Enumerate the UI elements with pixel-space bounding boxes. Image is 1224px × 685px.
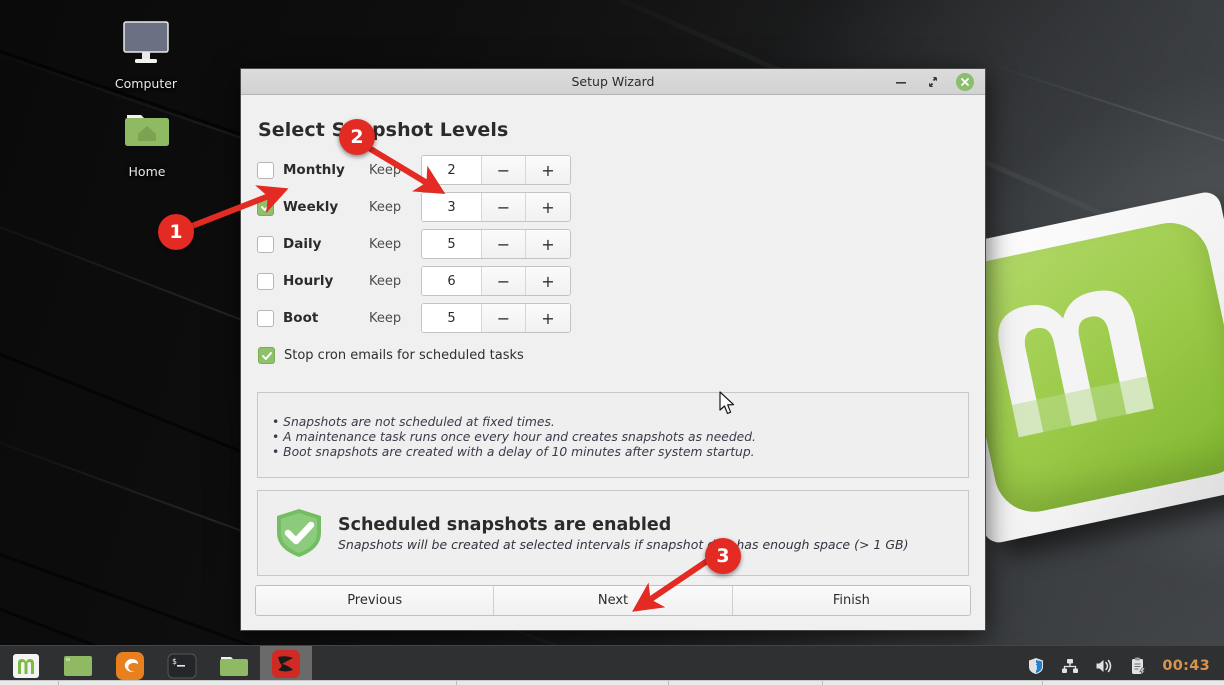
close-icon	[961, 77, 969, 86]
annotation-marker-3: 3	[705, 538, 741, 574]
monthly-keep-input[interactable]: 2	[422, 156, 482, 184]
annotation-marker-2: 2	[339, 119, 375, 155]
finish-button[interactable]: Finish	[731, 586, 970, 615]
snapshot-level-row-boot: Boot Keep 5 − +	[257, 303, 969, 333]
daily-label: Daily	[283, 236, 322, 252]
stop-cron-emails-label: Stop cron emails for scheduled tasks	[284, 348, 524, 363]
boot-checkbox[interactable]	[257, 309, 274, 327]
hourly-keep-spinner: 6 − +	[421, 266, 571, 296]
status-subtitle: Snapshots will be created at selected in…	[338, 536, 909, 552]
desktop-icon-label: Computer	[114, 76, 178, 91]
window-controls	[892, 72, 985, 91]
firefox-icon	[116, 651, 144, 680]
stop-cron-emails-row: Stop cron emails for scheduled tasks	[258, 347, 969, 364]
monthly-increment-button[interactable]: +	[526, 156, 570, 184]
monthly-checkbox[interactable]	[257, 161, 274, 179]
volume-icon[interactable]	[1094, 656, 1114, 676]
daily-increment-button[interactable]: +	[526, 230, 570, 258]
hourly-increment-button[interactable]: +	[526, 267, 570, 295]
snapshot-level-row-hourly: Hourly Keep 6 − +	[257, 266, 969, 296]
monthly-decrement-button[interactable]: −	[482, 156, 526, 184]
desktop-icon-label: Home	[128, 164, 166, 179]
weekly-keep-spinner: 3 − +	[421, 192, 571, 222]
monitor-icon	[123, 21, 169, 63]
update-manager-icon[interactable]: i	[1026, 656, 1046, 676]
window-content: Select Snapshot Levels Monthly Keep 2 − …	[241, 95, 985, 576]
desktop-icon-home[interactable]: Home	[99, 108, 195, 179]
hourly-keep-input[interactable]: 6	[422, 267, 482, 295]
boot-decrement-button[interactable]: −	[482, 304, 526, 332]
daily-decrement-button[interactable]: −	[482, 230, 526, 258]
wizard-button-row: Previous Next Finish	[255, 585, 971, 616]
status-box: Scheduled snapshots are enabled Snapshot…	[257, 490, 969, 576]
hourly-label: Hourly	[283, 273, 334, 289]
daily-checkbox[interactable]	[257, 235, 274, 253]
daily-keep-label: Keep	[369, 236, 402, 252]
snapshot-level-row-daily: Daily Keep 5 − +	[257, 229, 969, 259]
window-title: Setup Wizard	[571, 74, 655, 89]
annotation-marker-1: 1	[158, 214, 194, 250]
clipboard-icon[interactable]	[1128, 656, 1148, 676]
previous-button[interactable]: Previous	[256, 586, 494, 615]
hourly-keep-label: Keep	[369, 273, 402, 289]
monthly-keep-spinner: 2 − +	[421, 155, 571, 185]
monthly-keep-label: Keep	[369, 162, 402, 178]
weekly-decrement-button[interactable]: −	[482, 193, 526, 221]
monthly-label: Monthly	[283, 162, 345, 178]
weekly-keep-label: Keep	[369, 199, 402, 215]
maximize-button[interactable]	[924, 73, 942, 91]
file-manager-icon	[220, 656, 248, 676]
weekly-increment-button[interactable]: +	[526, 193, 570, 221]
status-title: Scheduled snapshots are enabled	[338, 514, 672, 535]
next-button[interactable]: Next	[493, 586, 732, 615]
show-desktop-icon	[64, 655, 92, 676]
wallpaper-streak	[979, 60, 1224, 192]
hourly-decrement-button[interactable]: −	[482, 267, 526, 295]
info-bullet: • Snapshots are not scheduled at fixed t…	[272, 415, 555, 429]
info-box: • Snapshots are not scheduled at fixed t…	[257, 392, 969, 478]
info-bullet: • A maintenance task runs once every hou…	[272, 430, 756, 445]
stop-cron-emails-checkbox[interactable]	[258, 347, 275, 364]
minimize-button[interactable]	[892, 73, 910, 91]
taskbar: $ i 00:43	[0, 645, 1224, 685]
taskbar-clock[interactable]: 00:43	[1162, 658, 1210, 674]
daily-keep-spinner: 5 − +	[421, 229, 571, 259]
home-folder-icon	[125, 115, 169, 146]
snapshot-level-row-monthly: Monthly Keep 2 − +	[257, 155, 969, 185]
weekly-checkbox[interactable]	[257, 198, 274, 216]
weekly-keep-input[interactable]: 3	[422, 193, 482, 221]
timeshift-icon	[272, 650, 300, 678]
svg-text:i: i	[1035, 663, 1038, 673]
svg-text:$: $	[172, 657, 177, 666]
snapshot-level-row-weekly: Weekly Keep 3 − +	[257, 192, 969, 222]
daily-keep-input[interactable]: 5	[422, 230, 482, 258]
boot-keep-input[interactable]: 5	[422, 304, 482, 332]
window-titlebar[interactable]: Setup Wizard	[241, 69, 985, 95]
linux-mint-menu-icon	[13, 653, 39, 678]
desktop-icon-computer[interactable]: Computer	[98, 18, 194, 91]
terminal-icon: $	[167, 653, 197, 678]
boot-increment-button[interactable]: +	[526, 304, 570, 332]
info-bullet: • Boot snapshots are created with a dela…	[272, 445, 755, 460]
taskbar-bottom-strip	[0, 680, 1224, 685]
hourly-checkbox[interactable]	[257, 272, 274, 290]
status-text-group: Scheduled snapshots are enabled Snapshot…	[338, 515, 909, 552]
shield-check-icon	[277, 509, 321, 557]
boot-keep-label: Keep	[369, 310, 402, 326]
system-tray: i 00:43	[1026, 656, 1224, 676]
boot-keep-spinner: 5 − +	[421, 303, 571, 333]
boot-label: Boot	[283, 310, 319, 326]
maximize-icon	[929, 76, 937, 87]
close-button[interactable]	[956, 72, 974, 91]
network-icon[interactable]	[1060, 656, 1080, 676]
weekly-label: Weekly	[283, 199, 339, 215]
